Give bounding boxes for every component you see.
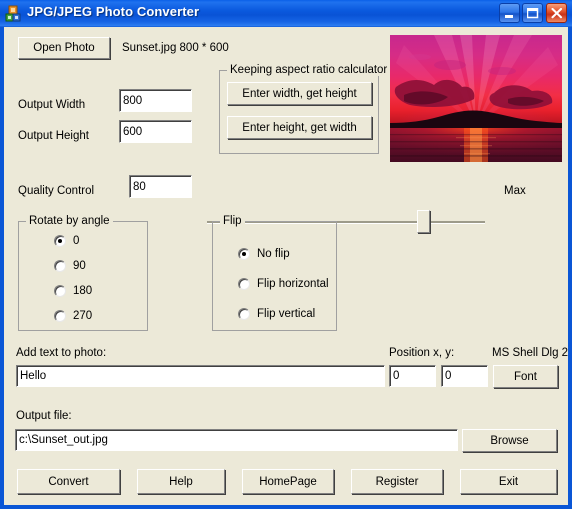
flip-option-vertical-label: Flip vertical [257,308,316,320]
rotate-option-0-label: 0 [73,235,80,247]
flip-option-none[interactable]: No flip [238,248,290,260]
radio-icon [54,310,66,322]
quality-max-label: Max [504,185,526,197]
output-file-input[interactable]: c:\Sunset_out.jpg [15,429,458,451]
convert-button[interactable]: Convert [17,469,120,494]
output-height-label: Output Height [18,130,89,142]
exit-button[interactable]: Exit [460,469,557,494]
font-button[interactable]: Font [493,365,558,388]
flip-option-horizontal[interactable]: Flip horizontal [238,278,329,290]
application-window: JPG/JPEG Photo Converter Open Photo Suns… [0,0,572,509]
rotate-option-270[interactable]: 270 [54,310,92,322]
flip-option-horizontal-label: Flip horizontal [257,278,329,290]
quality-slider-thumb[interactable] [417,210,430,233]
radio-icon [54,260,66,272]
position-x-input[interactable]: 0 [389,365,436,387]
homepage-button[interactable]: HomePage [242,469,334,494]
radio-icon [238,248,250,260]
window-title: JPG/JPEG Photo Converter [27,4,200,19]
radio-icon [54,235,66,247]
position-label: Position x, y: [389,347,455,359]
enter-width-get-height-button[interactable]: Enter width, get height [227,82,372,105]
flip-group-title: Flip [220,215,245,227]
rotate-option-270-label: 270 [73,310,93,322]
file-info-label: Sunset.jpg 800 * 600 [122,42,229,54]
output-width-input[interactable]: 800 [119,89,192,112]
rotate-option-0[interactable]: 0 [54,235,79,247]
flip-option-none-label: No flip [257,248,290,260]
output-file-label: Output file: [16,410,72,422]
quality-value-input[interactable]: 80 [129,175,192,198]
add-text-label: Add text to photo: [16,347,107,359]
rotate-option-180-label: 180 [73,285,93,297]
radio-icon [238,278,250,290]
rotate-option-90-label: 90 [73,260,86,272]
position-y-input[interactable]: 0 [441,365,488,387]
font-name-label: MS Shell Dlg 2 [492,347,568,359]
rotate-option-90[interactable]: 90 [54,260,86,272]
register-button[interactable]: Register [351,469,443,494]
close-icon[interactable] [546,3,567,23]
radio-icon [54,285,66,297]
photo-preview [390,35,562,162]
add-text-input[interactable]: Hello [16,365,385,387]
enter-height-get-width-button[interactable]: Enter height, get width [227,116,372,139]
minimize-icon[interactable] [499,3,520,23]
app-icon [5,5,22,22]
rotate-option-180[interactable]: 180 [54,285,92,297]
open-photo-button[interactable]: Open Photo [18,37,110,59]
quality-control-label: Quality Control [18,185,95,197]
help-button[interactable]: Help [137,469,225,494]
flip-group: Flip No flip Flip horizontal Flip vertic… [212,215,337,331]
aspect-ratio-group-title: Keeping aspect ratio calculator [227,64,391,76]
rotate-group-title: Rotate by angle [26,215,113,227]
client-area: Open Photo Sunset.jpg 800 * 600 Output W… [4,27,568,505]
browse-button[interactable]: Browse [462,429,557,452]
title-bar: JPG/JPEG Photo Converter [0,0,572,27]
rotate-group: Rotate by angle 0 90 180 270 [18,215,148,331]
flip-option-vertical[interactable]: Flip vertical [238,308,315,320]
maximize-icon[interactable] [522,3,543,23]
output-width-label: Output Width [18,99,86,111]
radio-icon [238,308,250,320]
aspect-ratio-group: Keeping aspect ratio calculator Enter wi… [219,64,391,154]
output-height-input[interactable]: 600 [119,120,192,143]
